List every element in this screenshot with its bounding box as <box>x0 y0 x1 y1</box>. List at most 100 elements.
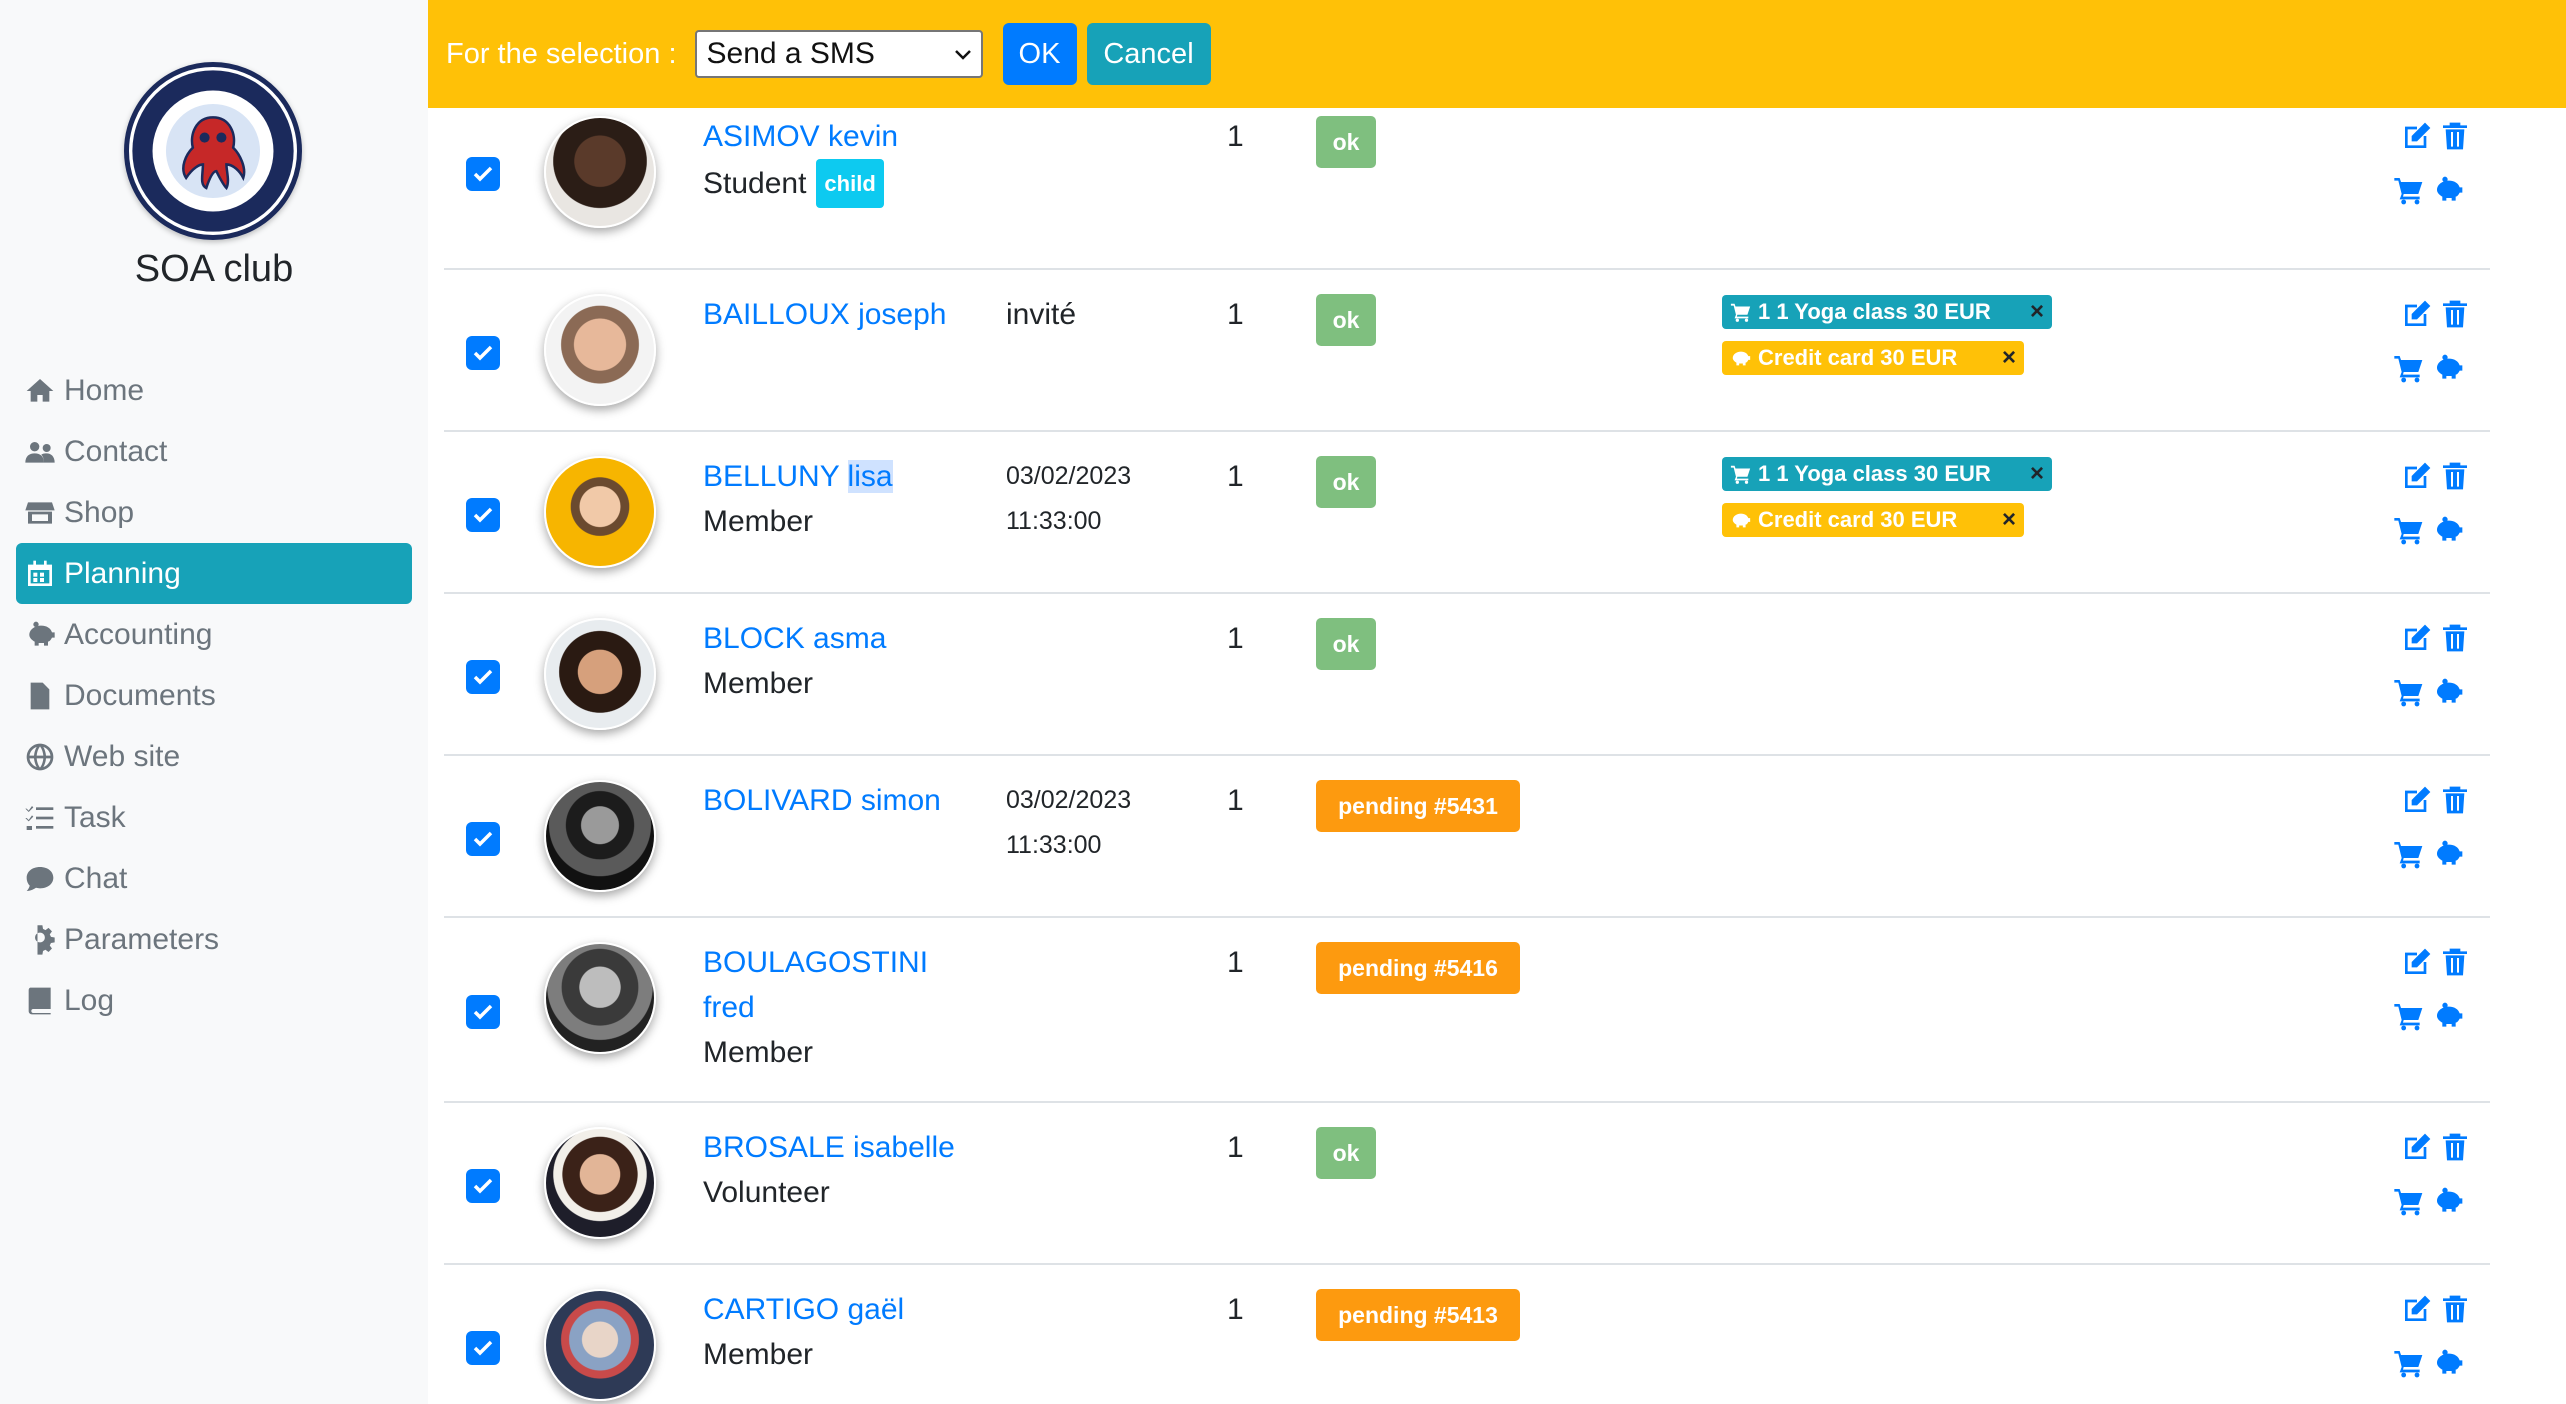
piggy-bank-icon[interactable] <box>2433 352 2465 384</box>
sidebar-item-label: Shop <box>64 495 135 529</box>
piggy-bank-icon[interactable] <box>2433 1185 2465 1217</box>
cart-icon[interactable] <box>2393 514 2425 546</box>
remove-tag-button[interactable]: × <box>2030 298 2044 326</box>
sidebar-item-accounting[interactable]: Accounting <box>16 604 412 665</box>
member-name[interactable]: ASIMOV kevin <box>703 114 898 159</box>
member-role-text: Student <box>703 167 807 200</box>
sidebar-item-documents[interactable]: Documents <box>16 665 412 726</box>
member-name[interactable]: CARTIGO gaël <box>703 1287 904 1332</box>
action-select[interactable]: Send a SMS <box>694 30 983 78</box>
piggy-bank-icon[interactable] <box>2433 838 2465 870</box>
guest-label: invité <box>1006 298 1077 331</box>
registration-time: 11:33:00 <box>1006 507 1102 535</box>
member-name[interactable]: BLOCK asma <box>703 616 886 661</box>
row-checkbox[interactable] <box>466 995 500 1029</box>
member-name[interactable]: BAILLOUX joseph <box>703 292 946 337</box>
trash-icon[interactable] <box>2439 622 2471 654</box>
edit-icon[interactable] <box>2401 784 2433 816</box>
sidebar-item-planning[interactable]: Planning <box>16 543 412 604</box>
edit-icon[interactable] <box>2401 622 2433 654</box>
piggy-bank-icon[interactable] <box>2433 174 2465 206</box>
sidebar-item-task[interactable]: Task <box>16 787 412 848</box>
row-checkbox[interactable] <box>466 822 500 856</box>
ok-button[interactable]: OK <box>1002 23 1077 85</box>
cart-icon[interactable] <box>2393 1185 2425 1217</box>
comment-icon <box>26 866 54 891</box>
trash-icon[interactable] <box>2439 946 2471 978</box>
cart-icon[interactable] <box>2393 352 2425 384</box>
avatar <box>544 294 656 406</box>
piggy-bank-icon[interactable] <box>2433 1000 2465 1032</box>
trash-icon[interactable] <box>2439 1131 2471 1163</box>
trash-icon[interactable] <box>2439 1293 2471 1325</box>
piggy-bank-icon[interactable] <box>2433 1347 2465 1379</box>
row-checkbox[interactable] <box>466 660 500 694</box>
cart-icon[interactable] <box>2393 1347 2425 1379</box>
quantity: 1 <box>1227 1293 1244 1326</box>
cart-icon[interactable] <box>2393 1000 2425 1032</box>
edit-icon[interactable] <box>2401 460 2433 492</box>
quantity: 1 <box>1227 298 1244 331</box>
cart-icon[interactable] <box>2393 676 2425 708</box>
edit-icon[interactable] <box>2401 946 2433 978</box>
avatar <box>544 1127 656 1239</box>
cancel-button[interactable]: Cancel <box>1086 23 1211 85</box>
piggy-bank-icon[interactable] <box>2433 514 2465 546</box>
sidebar-item-contact[interactable]: Contact <box>16 421 412 482</box>
check-icon <box>473 1004 493 1020</box>
sidebar: SOA club Home Contact Shop Planning Acco… <box>0 0 428 1404</box>
registration-time: 11:33:00 <box>1006 831 1102 859</box>
sidebar-item-web-site[interactable]: Web site <box>16 726 412 787</box>
trash-icon[interactable] <box>2439 784 2471 816</box>
member-name[interactable]: BOULAGOSTINI <box>703 940 928 985</box>
edit-icon[interactable] <box>2401 298 2433 330</box>
book-icon <box>28 987 51 1014</box>
payment-tag: Credit card 30 EUR × <box>1722 341 2024 375</box>
table-row: BOLIVARD simon 03/02/2023 11:33:00 1 pen… <box>444 756 2490 918</box>
edit-icon[interactable] <box>2401 120 2433 152</box>
edit-icon[interactable] <box>2401 1293 2433 1325</box>
row-checkbox[interactable] <box>466 1169 500 1203</box>
trash-icon[interactable] <box>2439 120 2471 152</box>
member-name-line2[interactable]: fred <box>703 985 755 1030</box>
row-checkbox[interactable] <box>466 157 500 191</box>
sidebar-item-log[interactable]: Log <box>16 970 412 1031</box>
trash-icon[interactable] <box>2439 460 2471 492</box>
check-icon <box>473 1178 493 1194</box>
member-name[interactable]: BOLIVARD simon <box>703 778 941 823</box>
table-row: BAILLOUX joseph invité 1 ok 1 1 Yoga cla… <box>444 270 2490 432</box>
club-logo <box>124 62 302 240</box>
sidebar-item-chat[interactable]: Chat <box>16 848 412 909</box>
remove-tag-button[interactable]: × <box>2002 344 2016 372</box>
check-icon <box>473 831 493 847</box>
member-name[interactable]: BELLUNY lisa <box>703 454 893 499</box>
check-icon <box>473 669 493 685</box>
sidebar-item-shop[interactable]: Shop <box>16 482 412 543</box>
sidebar-item-parameters[interactable]: Parameters <box>16 909 412 970</box>
row-checkbox[interactable] <box>466 498 500 532</box>
action-select-value: Send a SMS <box>706 37 875 70</box>
quantity: 1 <box>1227 946 1244 979</box>
member-name[interactable]: BROSALE isabelle <box>703 1125 955 1170</box>
row-checkbox[interactable] <box>466 336 500 370</box>
avatar <box>544 618 656 730</box>
sidebar-item-home[interactable]: Home <box>16 360 412 421</box>
quantity: 1 <box>1227 460 1244 493</box>
table-row: CARTIGO gaël Member 1 pending #5413 <box>444 1265 2490 1404</box>
remove-tag-button[interactable]: × <box>2030 460 2044 488</box>
home-icon <box>26 378 54 402</box>
status-badge: pending #5413 <box>1316 1289 1520 1341</box>
piggy-bank-icon[interactable] <box>2433 676 2465 708</box>
cart-icon[interactable] <box>2393 174 2425 206</box>
payment-tag-label: Credit card 30 EUR <box>1758 345 1958 370</box>
trash-icon[interactable] <box>2439 298 2471 330</box>
cart-icon <box>1730 465 1751 484</box>
table-row: BELLUNY lisa Member 03/02/2023 11:33:00 … <box>444 432 2490 594</box>
row-checkbox[interactable] <box>466 1331 500 1365</box>
sidebar-nav: Home Contact Shop Planning Accounting Do… <box>16 360 412 1031</box>
remove-tag-button[interactable]: × <box>2002 506 2016 534</box>
status-badge: ok <box>1316 1127 1376 1179</box>
cart-icon[interactable] <box>2393 838 2425 870</box>
calendar-icon <box>28 560 52 586</box>
edit-icon[interactable] <box>2401 1131 2433 1163</box>
